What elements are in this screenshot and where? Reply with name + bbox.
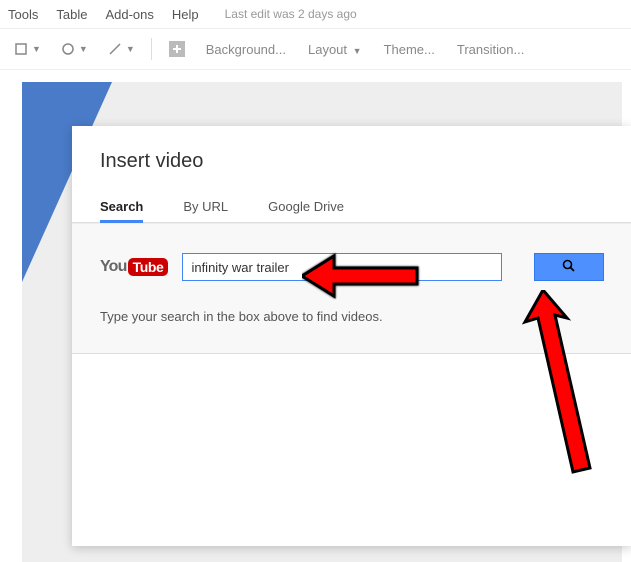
youtube-tube-text: Tube — [128, 258, 169, 276]
tool-transition[interactable]: Transition... — [449, 38, 532, 61]
edit-status: Last edit was 2 days ago — [225, 7, 357, 21]
dialog-title: Insert video — [72, 126, 631, 191]
tool-theme[interactable]: Theme... — [376, 38, 443, 61]
chevron-down-icon: ▼ — [126, 44, 135, 54]
tool-line[interactable]: ▼ — [100, 36, 141, 62]
youtube-you-text: You — [100, 258, 127, 276]
menu-tools[interactable]: Tools — [8, 7, 38, 22]
toolbar: ▼ ▼ ▼ Background... Layout ▼ Theme... Tr… — [0, 28, 631, 70]
dialog-tabs: Search By URL Google Drive — [72, 191, 631, 223]
tool-shape[interactable]: ▼ — [53, 36, 94, 62]
crop-icon — [12, 40, 30, 58]
tab-search[interactable]: Search — [100, 191, 143, 222]
chevron-down-icon: ▼ — [32, 44, 41, 54]
tab-google-drive[interactable]: Google Drive — [268, 191, 344, 222]
menu-help[interactable]: Help — [172, 7, 199, 22]
plus-icon — [168, 40, 186, 58]
shape-icon — [59, 40, 77, 58]
annotation-arrow-2 — [505, 290, 605, 480]
search-icon — [562, 259, 576, 276]
chevron-down-icon: ▼ — [79, 44, 88, 54]
tab-by-url[interactable]: By URL — [183, 191, 228, 222]
line-icon — [106, 40, 124, 58]
chevron-down-icon: ▼ — [353, 46, 362, 56]
menu-bar: Tools Table Add-ons Help Last edit was 2… — [0, 0, 631, 28]
tool-background[interactable]: Background... — [198, 38, 294, 61]
tool-crop[interactable]: ▼ — [6, 36, 47, 62]
menu-addons[interactable]: Add-ons — [105, 7, 153, 22]
search-button[interactable] — [534, 253, 604, 281]
youtube-logo: You Tube — [100, 258, 168, 276]
tool-layout[interactable]: Layout ▼ — [300, 38, 370, 61]
separator — [151, 38, 152, 60]
annotation-arrow-1 — [302, 246, 422, 306]
menu-table[interactable]: Table — [56, 7, 87, 22]
tool-add[interactable] — [162, 36, 192, 62]
